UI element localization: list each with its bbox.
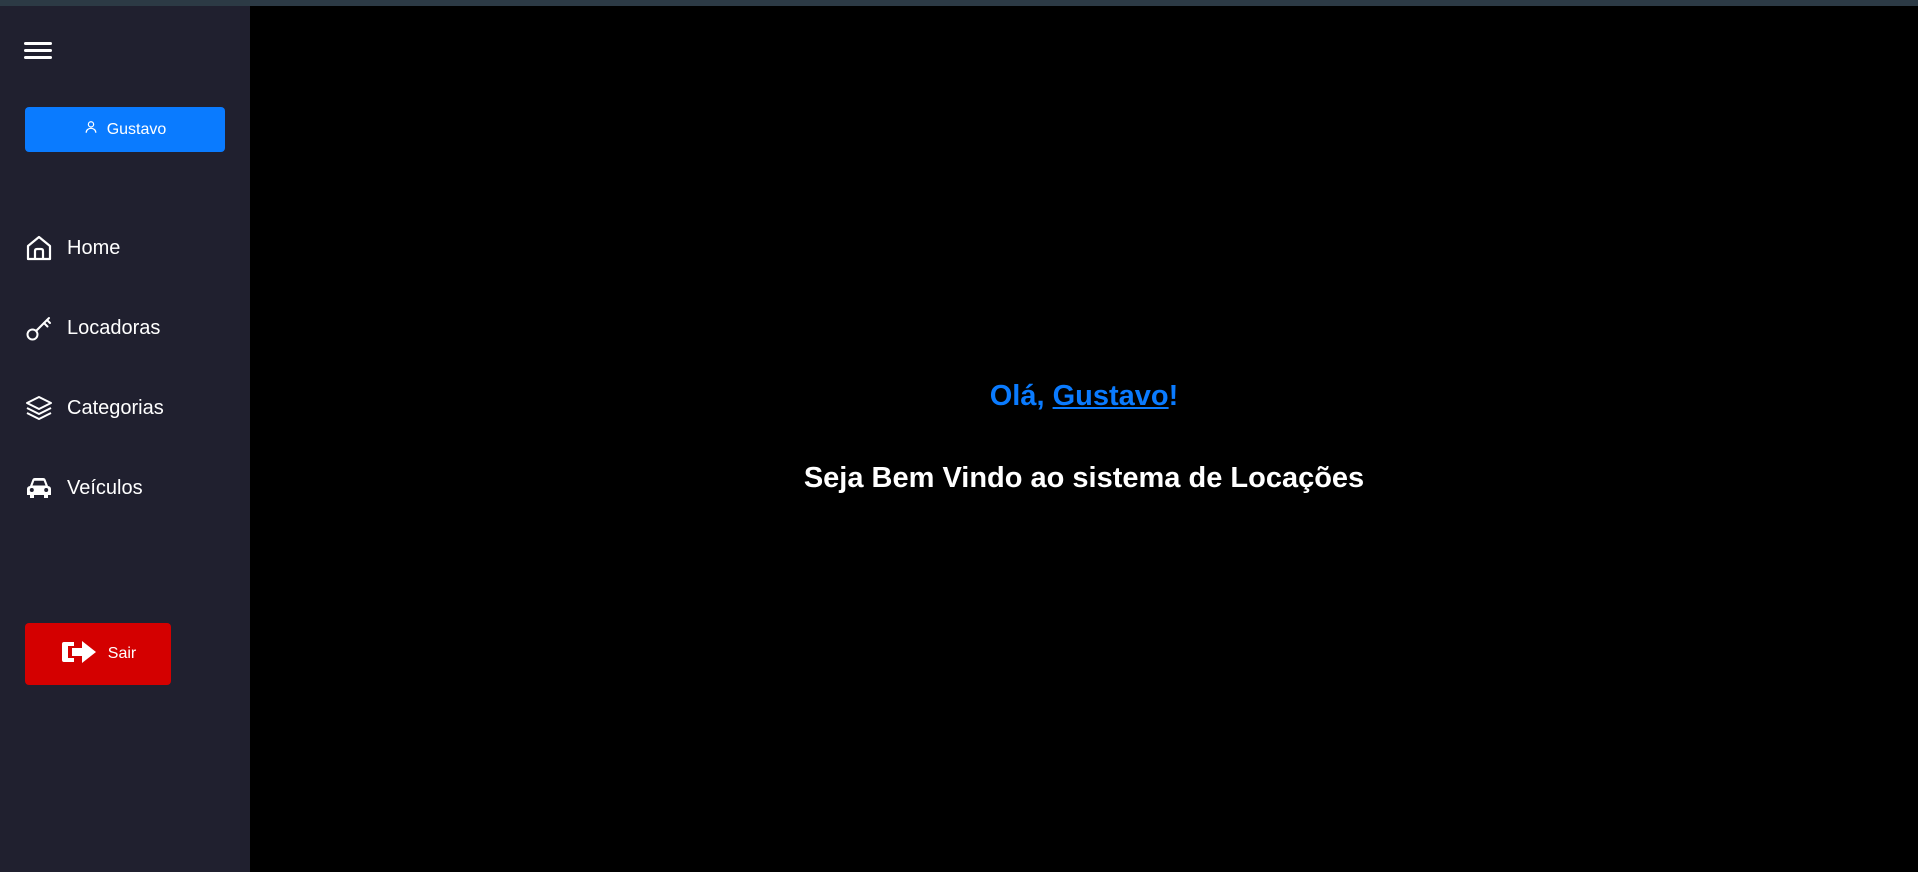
sidebar-item-label: Locadoras [67, 316, 161, 339]
logout-label: Sair [107, 645, 137, 662]
greeting-user-link[interactable]: Gustavo [1053, 380, 1169, 412]
greeting-prefix: Olá, [989, 380, 1053, 412]
car-icon [24, 473, 54, 503]
layers-icon [24, 393, 54, 423]
main-content: Olá, Gustavo! Seja Bem Vindo ao sistema … [250, 6, 1918, 872]
user-profile-button[interactable]: Gustavo [25, 107, 225, 152]
menu-bar [24, 49, 52, 52]
top-strip [0, 0, 1918, 6]
sidebar-item-label: Categorias [67, 396, 164, 419]
hamburger-menu-icon[interactable] [22, 38, 56, 64]
sidebar-item-locadoras[interactable]: Locadoras [24, 311, 160, 345]
user-name-label: Gustavo [106, 120, 167, 138]
menu-bar [24, 42, 52, 45]
menu-bar [24, 56, 52, 59]
user-icon [84, 120, 98, 139]
logout-button[interactable]: Sair [25, 623, 171, 685]
sidebar-item-categorias[interactable]: Categorias [24, 391, 164, 425]
key-icon [24, 313, 54, 343]
sidebar-item-veiculos[interactable]: Veículos [24, 471, 143, 505]
sidebar-item-label: Veículos [67, 476, 143, 499]
sidebar-item-label: Home [67, 236, 121, 259]
welcome-subtitle: Seja Bem Vindo ao sistema de Locações [803, 462, 1365, 494]
greeting-suffix: ! [1168, 380, 1179, 412]
welcome-section: Olá, Gustavo! Seja Bem Vindo ao sistema … [250, 6, 1918, 872]
sidebar: Gustavo Home Locadoras Categorias Veícul… [0, 6, 250, 872]
logout-icon [60, 637, 98, 672]
greeting-heading: Olá, Gustavo! [250, 380, 1918, 413]
sidebar-item-home[interactable]: Home [24, 231, 120, 265]
home-icon [24, 233, 54, 263]
